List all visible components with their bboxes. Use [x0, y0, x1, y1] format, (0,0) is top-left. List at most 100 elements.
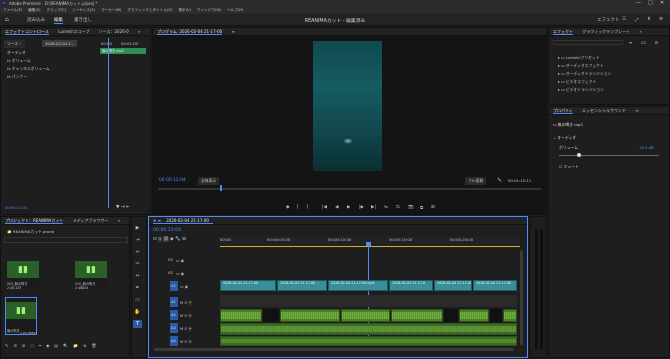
insert-sequence-icon[interactable]: ⊡: [153, 237, 157, 242]
fx-lumetri-presets[interactable]: ▸ ▭ Lumetriプリセット: [558, 55, 600, 61]
ripple-edit-tool-icon[interactable]: ⇔: [133, 248, 142, 256]
wrench-icon[interactable]: 🔧: [497, 177, 502, 182]
tab-effects[interactable]: エフェクト: [553, 29, 573, 35]
sequence-clip-selector[interactable]: 2026-02-04 2...: [42, 40, 78, 47]
zoom-slider-icon[interactable]: ═: [39, 343, 41, 348]
automate-icon[interactable]: ▤: [54, 343, 58, 348]
program-scrubber[interactable]: [158, 188, 541, 190]
trash-icon[interactable]: 🗑: [91, 343, 96, 348]
v1-clip-4[interactable]: 2026-02-04 21-17-0: [389, 280, 433, 291]
menu-clip[interactable]: クリップ(C): [47, 7, 67, 14]
a4-clip[interactable]: [220, 336, 517, 346]
v1-clip-2[interactable]: 2026-02-04 21-17-00: [277, 280, 327, 291]
linked-selection-icon[interactable]: ⛓: [162, 237, 169, 242]
timeline-vertical-scrollbar[interactable]: [520, 250, 523, 345]
fullscreen-icon[interactable]: ⤢: [635, 17, 639, 23]
properties-menu-icon[interactable]: ≡: [635, 108, 638, 113]
timeline-settings-icon[interactable]: 🔧: [175, 237, 181, 242]
program-menu-icon[interactable]: ≡: [231, 29, 234, 34]
step-forward-icon[interactable]: |▶: [359, 205, 364, 210]
track-v3-controls[interactable]: ▭ ◉: [176, 258, 184, 263]
sort-icon[interactable]: ◆: [46, 343, 49, 348]
freeform-view-icon[interactable]: ○: [30, 343, 34, 348]
tab-effect-controls[interactable]: エフェクトコントロール: [5, 29, 49, 35]
captions-icon[interactable]: ⊞: [182, 237, 186, 242]
32bit-filter-icon[interactable]: CC: [641, 40, 646, 45]
step-back-icon[interactable]: ◀: [335, 205, 338, 210]
minimize-button[interactable]: —: [636, 0, 641, 7]
work-area-bar[interactable]: [220, 246, 520, 247]
v1-clip-5[interactable]: 2026-02-04 21-17-00: [434, 280, 472, 291]
tab-project[interactable]: プロジェクト：REANIMAカット: [5, 218, 64, 224]
v1-clip-1[interactable]: 2026-02-04 21-17-00: [220, 280, 276, 291]
a3-clip[interactable]: [220, 323, 517, 335]
yuv-filter-icon[interactable]: ⊟: [655, 40, 658, 45]
tab-graphic-templates[interactable]: グラフィックテンプレート: [582, 29, 630, 34]
track-a1-controls[interactable]: M S ⦿: [180, 300, 192, 306]
go-to-out-icon[interactable]: ▶|: [371, 205, 376, 210]
zoom-fit-dropdown[interactable]: 全体表示: [198, 177, 220, 185]
project-search-input[interactable]: [4, 237, 128, 243]
comparison-view-icon[interactable]: ⧉: [420, 205, 423, 211]
timeline-horizontal-scrollbar[interactable]: [154, 348, 514, 351]
find-icon[interactable]: 🔍: [63, 343, 68, 348]
safe-margins-icon[interactable]: ⊞: [431, 205, 435, 210]
more-tabs-icon[interactable]: »: [118, 218, 120, 223]
menu-edit[interactable]: 編集(E): [28, 7, 40, 14]
a2-clip-3[interactable]: [341, 309, 390, 322]
maximize-button[interactable]: □: [648, 0, 653, 7]
rectangle-tool-icon[interactable]: ▭: [133, 296, 142, 304]
tab-source[interactable]: ソース：2026-0: [99, 29, 129, 34]
new-item-icon[interactable]: ⊕: [83, 343, 86, 348]
fx-audio-effects[interactable]: ▸ ▭ オーディオエフェクト: [558, 63, 604, 69]
settings-icon[interactable]: ⚙: [659, 17, 663, 22]
a2-clip-5[interactable]: [459, 309, 489, 322]
pen-tool-icon[interactable]: ✒: [133, 284, 142, 292]
lift-icon[interactable]: ⇋: [384, 205, 388, 210]
menu-help[interactable]: ヘルプ(H): [227, 7, 243, 14]
accelerated-filter-icon[interactable]: ≡: [629, 40, 632, 45]
go-to-in-icon[interactable]: |◀: [322, 205, 327, 210]
program-timecode[interactable]: 00:00:12:04: [159, 178, 186, 183]
workspace-menu-icon[interactable]: ☰: [622, 17, 626, 22]
slip-tool-icon[interactable]: ↔: [133, 272, 142, 280]
mute-checkbox[interactable]: ☐ ミュート: [559, 164, 579, 170]
share-icon[interactable]: ⬆: [647, 17, 651, 22]
list-view-icon[interactable]: ☰: [13, 343, 17, 348]
fx-video-transitions[interactable]: ▸ ▭ ビデオトランジション: [558, 87, 604, 93]
a2-clip-6[interactable]: [503, 309, 517, 322]
more-tabs-icon[interactable]: »: [639, 29, 641, 34]
track-a4-controls[interactable]: M S ⦿: [180, 339, 192, 345]
export-frame-icon[interactable]: 📷: [408, 205, 414, 210]
snap-icon[interactable]: ∩: [158, 237, 162, 242]
program-playhead[interactable]: [220, 185, 222, 191]
icon-view-icon[interactable]: ⊞: [22, 343, 25, 348]
new-bin-icon[interactable]: 📁: [73, 343, 78, 348]
a2-clip-2[interactable]: [280, 309, 340, 322]
tab-lumetri-scopes[interactable]: Lumetriスコープ: [58, 29, 89, 34]
panner-effect-row[interactable]: fx パンナー: [7, 74, 27, 80]
extract-icon[interactable]: ⇆: [396, 205, 400, 210]
track-select-tool-icon[interactable]: ⇥: [133, 236, 142, 244]
menu-window[interactable]: ウィンドウ(W): [197, 7, 221, 14]
mark-in-icon[interactable]: {: [296, 205, 299, 210]
program-video-frame[interactable]: [313, 41, 382, 171]
selection-tool-icon[interactable]: ▶: [133, 224, 142, 232]
a1-track-lane[interactable]: [220, 295, 517, 307]
master-clip-selector[interactable]: ソース・: [4, 40, 25, 48]
source-playhead[interactable]: [108, 38, 109, 208]
volume-slider-knob[interactable]: [577, 153, 581, 157]
tab-media-browser[interactable]: メディアブラウザー: [73, 218, 109, 223]
project-item-3[interactable]: ▮▮ 無の喝き 1:00:38811: [5, 297, 37, 335]
filter-icon[interactable]: ▼ ⇥ ⇤: [116, 205, 130, 210]
menu-marker[interactable]: マーカー(M): [101, 7, 121, 14]
v1-clip-3[interactable]: 2026-02-04 21-17-00.mp4: [328, 280, 388, 291]
write-icon[interactable]: ✎: [5, 343, 8, 348]
v1-clip-6[interactable]: 2026-02-04 21-17-00: [473, 280, 517, 291]
menu-file[interactable]: ファイル(F): [3, 7, 22, 14]
mark-out-icon[interactable]: }: [306, 205, 309, 210]
a2-clip-1[interactable]: [220, 309, 262, 322]
track-a3-controls[interactable]: M S ⦿: [180, 326, 192, 332]
menu-sequence[interactable]: シーケンス(S): [72, 7, 95, 14]
project-item-2[interactable]: ▮▮ 010_無の喝き 2:48834: [75, 261, 107, 290]
